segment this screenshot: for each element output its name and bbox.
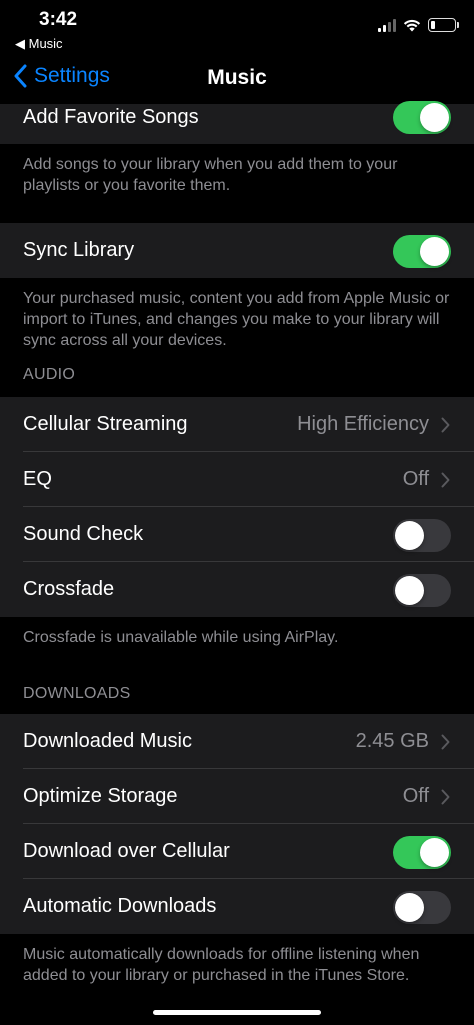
wifi-icon bbox=[403, 19, 421, 31]
chevron-right-icon bbox=[441, 734, 450, 749]
status-time: 3:42 bbox=[39, 9, 78, 30]
chevron-right-icon bbox=[441, 417, 450, 432]
downloaded-music-row[interactable]: Downloaded Music 2.45 GB bbox=[0, 714, 474, 769]
optimize-storage-label: Optimize Storage bbox=[23, 785, 178, 807]
cellular-streaming-row[interactable]: Cellular Streaming High Efficiency bbox=[0, 397, 474, 452]
automatic-downloads-footer: Music automatically downloads for offlin… bbox=[23, 946, 420, 984]
chevron-right-icon bbox=[441, 472, 450, 487]
downloaded-music-value: 2.45 GB bbox=[355, 730, 429, 752]
optimize-storage-row[interactable]: Optimize Storage Off bbox=[0, 769, 474, 824]
automatic-downloads-label: Automatic Downloads bbox=[23, 895, 217, 917]
add-favorite-songs-footer: Add songs to your library when you add t… bbox=[23, 156, 398, 194]
downloads-section-header: DOWNLOADS bbox=[23, 685, 131, 702]
chevron-right-icon bbox=[441, 789, 450, 804]
automatic-downloads-toggle[interactable] bbox=[393, 890, 451, 924]
sync-library-label: Sync Library bbox=[23, 239, 135, 261]
add-favorite-songs-row[interactable]: Add Favorite Songs bbox=[0, 101, 474, 144]
navigation-bar: Settings Music bbox=[0, 56, 474, 104]
crossfade-row[interactable]: Crossfade bbox=[0, 562, 474, 617]
sound-check-row[interactable]: Sound Check bbox=[0, 507, 474, 562]
signal-icon bbox=[378, 18, 396, 32]
status-bar: 3:42 ◀ Music bbox=[0, 0, 474, 56]
download-over-cellular-toggle[interactable] bbox=[393, 835, 451, 869]
back-to-app-link[interactable]: ◀ Music bbox=[15, 36, 63, 52]
cellular-streaming-value: High Efficiency bbox=[297, 413, 429, 435]
eq-value: Off bbox=[402, 468, 429, 490]
home-indicator[interactable] bbox=[153, 1010, 321, 1015]
sound-check-label: Sound Check bbox=[23, 523, 144, 545]
sound-check-toggle[interactable] bbox=[393, 518, 451, 552]
sync-library-row[interactable]: Sync Library bbox=[0, 223, 474, 278]
crossfade-toggle[interactable] bbox=[393, 573, 451, 607]
settings-list: Add Favorite Songs Add songs to your lib… bbox=[0, 101, 474, 986]
cellular-streaming-label: Cellular Streaming bbox=[23, 413, 188, 435]
crossfade-footer: Crossfade is unavailable while using Air… bbox=[23, 629, 339, 646]
eq-row[interactable]: EQ Off bbox=[0, 452, 474, 507]
download-over-cellular-label: Download over Cellular bbox=[23, 840, 230, 862]
page-title: Music bbox=[207, 66, 267, 89]
optimize-storage-value: Off bbox=[402, 785, 429, 807]
download-over-cellular-row[interactable]: Download over Cellular bbox=[0, 824, 474, 879]
eq-label: EQ bbox=[23, 468, 52, 490]
sync-library-footer: Your purchased music, content you add fr… bbox=[23, 290, 450, 349]
status-icons bbox=[378, 18, 459, 32]
sync-library-toggle[interactable] bbox=[393, 234, 451, 268]
audio-section-header: AUDIO bbox=[23, 366, 76, 383]
battery-icon bbox=[428, 18, 459, 32]
add-favorite-songs-label: Add Favorite Songs bbox=[23, 105, 199, 128]
crossfade-label: Crossfade bbox=[23, 578, 115, 600]
automatic-downloads-row[interactable]: Automatic Downloads bbox=[0, 879, 474, 934]
downloaded-music-label: Downloaded Music bbox=[23, 730, 192, 752]
add-favorite-songs-toggle[interactable] bbox=[393, 101, 451, 134]
